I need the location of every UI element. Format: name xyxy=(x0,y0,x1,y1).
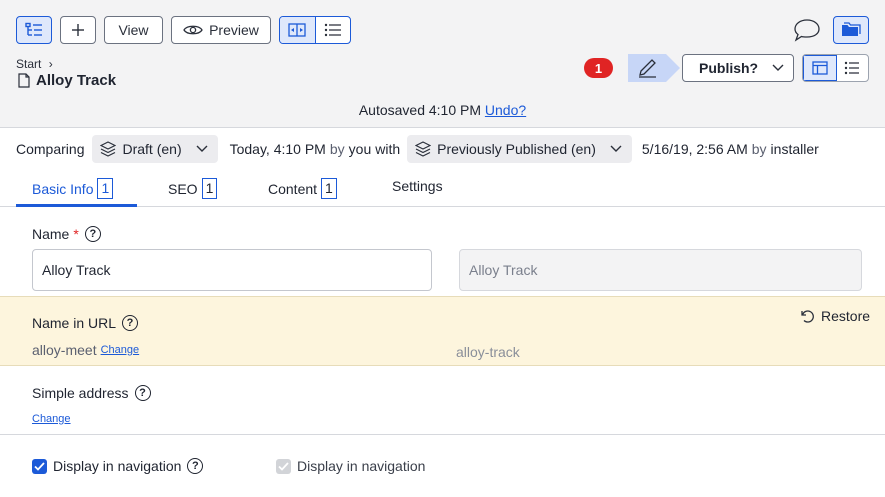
url-value-row: alloy-meet Change xyxy=(32,342,139,358)
help-icon[interactable]: ? xyxy=(187,458,204,474)
add-button[interactable] xyxy=(60,16,96,44)
side-by-side-icon xyxy=(288,23,306,37)
autosave-text: Autosaved 4:10 PM xyxy=(358,102,482,118)
url-change-link[interactable]: Change xyxy=(101,344,140,356)
restore-button[interactable]: Restore xyxy=(799,308,870,324)
autosave-status: Autosaved 4:10 PM Undo? xyxy=(0,102,885,118)
undo-link[interactable]: Undo? xyxy=(485,102,526,118)
checkmark-icon xyxy=(34,461,45,471)
preview-label: Preview xyxy=(209,22,259,38)
top-toolbar: View Preview Start › Alloy Track 1 Publi… xyxy=(0,0,885,127)
display-in-navigation-compare-checkbox xyxy=(276,458,291,474)
display-in-navigation-compare-label: Display in navigation xyxy=(297,458,426,474)
right-version-user: installer xyxy=(770,140,819,157)
tab-label: Content xyxy=(268,180,318,197)
chevron-right-icon: › xyxy=(48,57,53,71)
assets-pane-button[interactable] xyxy=(833,16,869,44)
layout-icon xyxy=(812,61,828,75)
simple-address-label-row: Simple address ? xyxy=(32,385,151,401)
publish-button[interactable]: Publish? xyxy=(682,54,794,82)
tab-seo[interactable]: SEO 1 xyxy=(168,178,218,199)
layers-icon xyxy=(100,140,117,157)
view-button[interactable]: View xyxy=(104,16,163,44)
page-title: Alloy Track xyxy=(36,72,117,89)
tab-label: SEO xyxy=(168,180,198,197)
property-tabs: Basic Info 1 SEO 1 Content 1 Settings xyxy=(0,169,885,207)
left-by-label: by xyxy=(329,140,345,157)
eye-icon xyxy=(183,25,203,35)
page-icon xyxy=(18,73,30,88)
name-label: Name xyxy=(32,226,70,242)
display-in-navigation-compare-row: Display in navigation xyxy=(276,458,425,474)
plus-icon xyxy=(72,24,84,36)
display-in-navigation-row: Display in navigation ? xyxy=(32,458,204,474)
breadcrumb: Start › xyxy=(16,57,53,71)
right-version-date: 5/16/19, 2:56 AM xyxy=(641,140,748,157)
chevron-down-icon xyxy=(772,64,784,71)
url-field-label: Name in URL ? xyxy=(32,315,139,331)
notification-badge[interactable]: 1 xyxy=(584,58,613,78)
publish-label: Publish? xyxy=(699,60,759,76)
list-icon xyxy=(845,61,860,75)
name-compare-value: Alloy Track xyxy=(459,249,862,291)
name-input[interactable]: Alloy Track xyxy=(32,249,432,291)
with-label: with xyxy=(375,140,401,157)
speech-bubble-icon xyxy=(794,19,820,42)
tab-label: Basic Info xyxy=(32,180,94,197)
simple-address-change-link[interactable]: Change xyxy=(32,413,71,425)
display-in-navigation-label: Display in navigation xyxy=(53,458,182,474)
left-version-user: you xyxy=(348,140,372,157)
tab-change-count: 1 xyxy=(97,178,114,199)
chevron-down-icon xyxy=(610,145,622,152)
left-version-label: Draft (en) xyxy=(122,140,182,157)
breadcrumb-start[interactable]: Start xyxy=(16,57,41,71)
list-icon xyxy=(324,23,341,37)
side-by-side-compare-button[interactable] xyxy=(280,17,316,43)
tab-content[interactable]: Content 1 xyxy=(268,178,337,199)
preview-button[interactable]: Preview xyxy=(171,16,271,44)
url-value: alloy-meet xyxy=(32,342,97,358)
chevron-down-icon xyxy=(196,145,208,152)
comments-button[interactable] xyxy=(793,18,821,45)
list-compare-button[interactable] xyxy=(316,17,351,43)
undo-icon xyxy=(801,310,814,323)
help-icon[interactable]: ? xyxy=(134,385,151,401)
display-in-navigation-checkbox[interactable] xyxy=(32,458,47,474)
compare-mode-toggle xyxy=(279,16,351,44)
tree-toggle-button[interactable] xyxy=(16,16,52,44)
tab-basic-info[interactable]: Basic Info 1 xyxy=(32,178,114,199)
divider xyxy=(0,434,885,435)
tab-change-count: 1 xyxy=(201,178,218,199)
simple-address-label: Simple address xyxy=(32,385,129,401)
folder-icon xyxy=(842,22,861,36)
help-icon[interactable]: ? xyxy=(84,226,101,242)
layers-icon xyxy=(415,140,432,157)
url-compare-value: alloy-track xyxy=(456,344,520,360)
checkmark-icon xyxy=(278,461,289,471)
url-label: Name in URL xyxy=(32,315,117,331)
comparing-label: Comparing xyxy=(16,140,85,157)
tab-change-count: 1 xyxy=(321,178,337,199)
tab-settings[interactable]: Settings xyxy=(392,178,443,194)
required-marker: * xyxy=(73,226,79,242)
right-version-dropdown[interactable]: Previously Published (en) xyxy=(407,134,632,163)
all-properties-view-button[interactable] xyxy=(803,55,837,81)
restore-label: Restore xyxy=(821,308,871,324)
help-icon[interactable]: ? xyxy=(122,315,139,331)
active-tab-indicator xyxy=(16,204,137,207)
page-title-row: Alloy Track xyxy=(18,72,116,89)
right-version-label: Previously Published (en) xyxy=(437,140,596,157)
name-field-label: Name * ? xyxy=(32,226,101,242)
list-view-button[interactable] xyxy=(837,55,869,81)
left-version-date: Today, 4:10 PM xyxy=(229,140,326,157)
left-version-dropdown[interactable]: Draft (en) xyxy=(92,134,218,163)
layout-toggle xyxy=(802,54,869,82)
edit-mode-indicator[interactable] xyxy=(628,54,680,82)
tree-icon xyxy=(25,22,42,36)
compare-bar: Comparing Draft (en) Today, 4:10 PM by y… xyxy=(0,127,885,169)
right-by-label: by xyxy=(751,140,767,157)
tab-label: Settings xyxy=(392,178,443,194)
